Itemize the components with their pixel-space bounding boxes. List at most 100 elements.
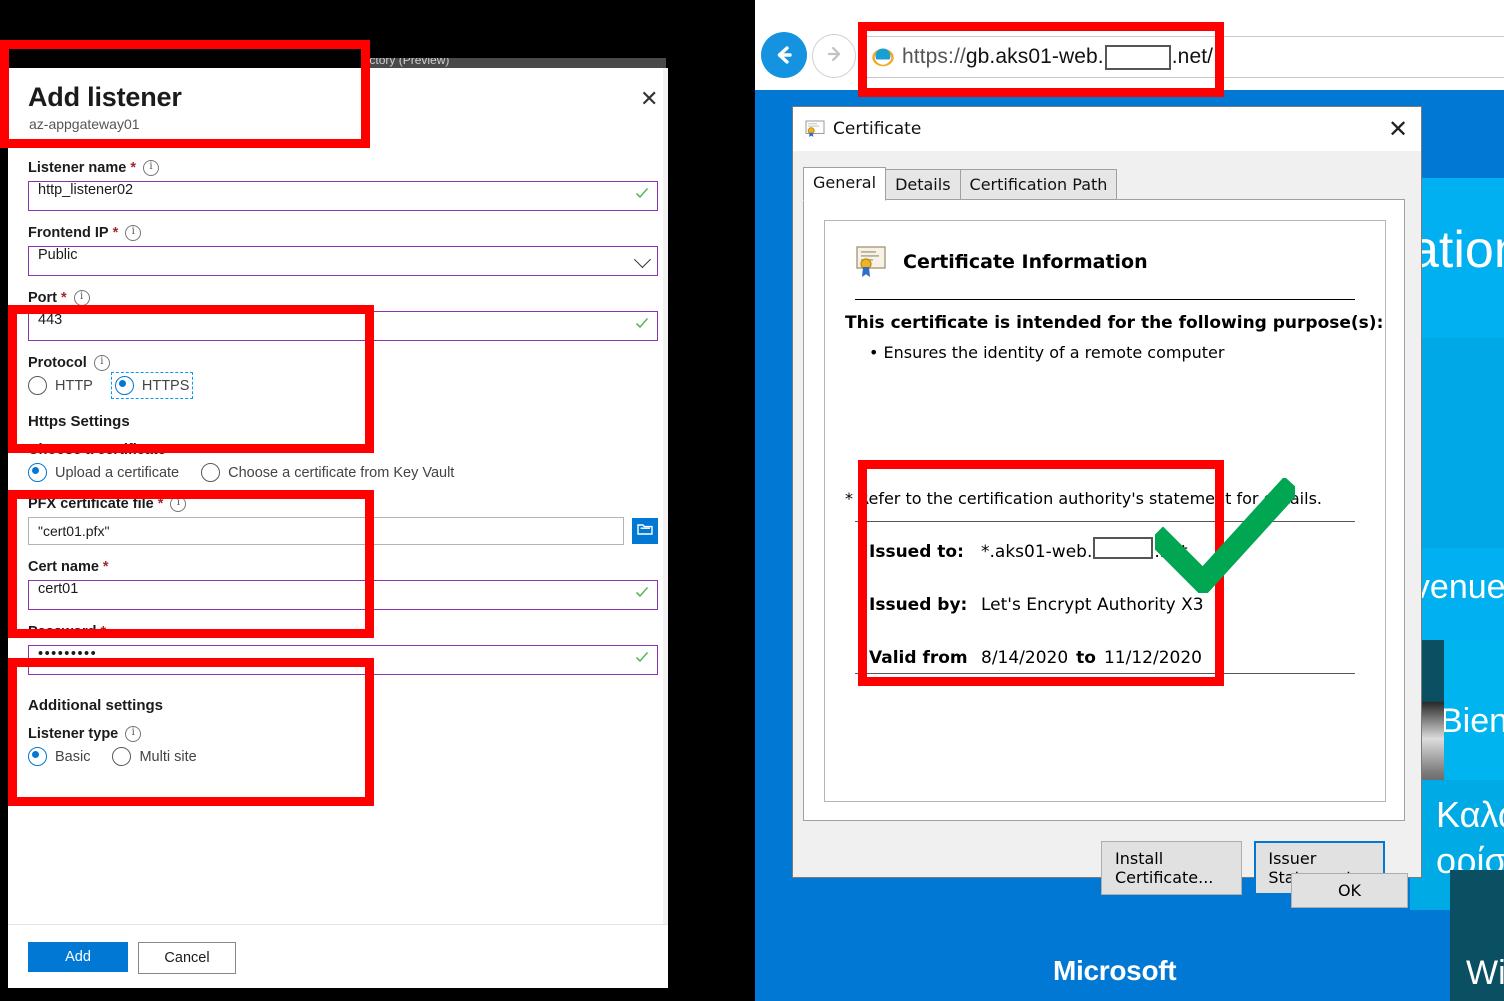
- frontend-ip-label-text: Frontend IP: [28, 225, 109, 241]
- valid-to-label: to: [1076, 648, 1096, 668]
- certificate-info-panel: Certificate Information This certificate…: [824, 220, 1386, 895]
- listener-name-input[interactable]: http_listener02: [28, 181, 658, 211]
- issued-to-label: Issued to:: [869, 542, 964, 562]
- back-button[interactable]: [761, 32, 807, 78]
- https-settings-heading: Https Settings: [28, 413, 130, 430]
- radio-listener-basic[interactable]: Basic: [28, 747, 90, 766]
- welcome-tile-1: ation: [1410, 178, 1504, 338]
- certificate-dialog-body: General Details Certification Path Certi…: [793, 151, 1421, 908]
- info-icon[interactable]: i: [73, 290, 90, 306]
- tab-general[interactable]: General: [803, 167, 887, 201]
- pfx-file-label: PFX certificate file * i: [28, 496, 658, 512]
- protocol-radio-group: HTTP HTTPS: [28, 372, 658, 399]
- pfx-file-input[interactable]: "cert01.pfx": [28, 517, 624, 545]
- add-listener-form: Listener name * i http_listener02 Fronte…: [28, 160, 658, 780]
- listener-type-label: Listener type i: [28, 726, 658, 742]
- issued-by-row: Issued by: Let's Encrypt Authority X3: [869, 595, 1204, 615]
- internet-explorer-icon: [870, 44, 896, 70]
- install-certificate-button[interactable]: Install Certificate...: [1101, 841, 1243, 895]
- browser-chrome: https://gb.aks01-web. .net/: [755, 0, 1504, 90]
- protocol-label-text: Protocol: [28, 355, 87, 371]
- add-button[interactable]: Add: [28, 942, 128, 972]
- protocol-radio-https-label: HTTPS: [141, 377, 190, 394]
- info-icon[interactable]: i: [125, 726, 142, 742]
- radio-icon: [201, 463, 221, 482]
- radio-icon-selected: [28, 747, 47, 766]
- certificate-info-header: Certificate Information: [855, 245, 1148, 279]
- required-marker: *: [102, 559, 109, 575]
- radio-icon-selected: [114, 376, 134, 395]
- protocol-radio-http[interactable]: HTTP: [28, 376, 93, 395]
- url-host-part2: .net/: [1171, 45, 1214, 68]
- cert-name-input[interactable]: cert01: [28, 580, 658, 610]
- protocol-radio-http-label: HTTP: [55, 377, 93, 394]
- issued-by-label: Issued by:: [869, 595, 968, 615]
- azure-portal-background: Default Directory (Preview) Add listener…: [0, 0, 755, 1001]
- issued-to-part2: .net: [1154, 542, 1188, 562]
- screenshot-root: https://gb.aks01-web..net/ ation nvenue …: [0, 0, 1504, 1001]
- certificate-icon: [805, 120, 825, 138]
- tab-certification-path[interactable]: Certification Path: [959, 169, 1118, 201]
- radio-upload-certificate[interactable]: Upload a certificate: [28, 463, 179, 482]
- certificate-purpose-item: • Ensures the identity of a remote compu…: [869, 343, 1225, 362]
- radio-listener-multisite-label: Multi site: [139, 748, 197, 765]
- port-input[interactable]: 443: [28, 311, 658, 341]
- radio-icon-selected: [28, 463, 47, 482]
- frontend-ip-select[interactable]: Public: [28, 246, 658, 276]
- choose-certificate-label: Choose a certificate: [28, 442, 166, 458]
- page-title: Add listener: [28, 82, 182, 112]
- listener-name-label: Listener name * i: [28, 160, 658, 176]
- info-icon[interactable]: i: [93, 355, 110, 371]
- breadcrumb-text: Default Directory (Preview): [366, 58, 450, 67]
- listener-name-value: http_listener02: [38, 182, 134, 198]
- cancel-button[interactable]: Cancel: [138, 942, 236, 974]
- listener-type-radio-group: Basic Multi site: [28, 747, 658, 766]
- protocol-radio-https[interactable]: HTTPS: [110, 372, 194, 399]
- required-marker: *: [157, 496, 164, 512]
- choose-certificate-radio-group: Upload a certificate Choose a certificat…: [28, 463, 658, 482]
- info-icon[interactable]: i: [170, 496, 187, 512]
- address-bar[interactable]: https://gb.aks01-web. .net/: [863, 36, 1504, 78]
- url-scheme: https://: [902, 45, 966, 68]
- welcome-tile-6-text: Willk: [1466, 954, 1504, 992]
- valid-check-icon: [635, 186, 649, 200]
- radio-keyvault-certificate-label: Choose a certificate from Key Vault: [228, 464, 455, 481]
- frontend-ip-label: Frontend IP * i: [28, 225, 658, 241]
- tab-details[interactable]: Details: [885, 169, 961, 201]
- certificate-info-heading: Certificate Information: [903, 251, 1148, 273]
- url-redaction-box: [1104, 44, 1171, 70]
- forward-button[interactable]: [812, 34, 856, 78]
- required-marker: *: [112, 225, 119, 241]
- port-label: Port * i: [28, 290, 658, 306]
- listener-type-label-text: Listener type: [28, 726, 119, 742]
- radio-listener-multisite[interactable]: Multi site: [112, 747, 197, 766]
- address-bar-text: https://gb.aks01-web. .net/: [902, 44, 1214, 70]
- radio-icon: [28, 376, 47, 395]
- page-subtitle: az-appgateway01: [29, 116, 140, 132]
- ok-button[interactable]: OK: [1291, 873, 1408, 908]
- cert-name-label-text: Cert name: [28, 559, 99, 575]
- issued-to-value: *.aks01-web. .net: [981, 537, 1188, 562]
- divider-top: [855, 299, 1355, 300]
- certificate-badge-icon: [855, 245, 889, 279]
- blade-footer: Add Cancel: [8, 924, 668, 988]
- close-icon[interactable]: ✕: [1375, 107, 1421, 151]
- close-icon[interactable]: ✕: [640, 88, 658, 110]
- password-value: •••••••••: [38, 646, 98, 662]
- blade-scrollbar[interactable]: [663, 68, 668, 988]
- certificate-dialog-titlebar: Certificate ✕: [793, 107, 1421, 151]
- info-icon[interactable]: i: [142, 160, 159, 176]
- folder-open-icon: [637, 522, 653, 541]
- password-label: Password *: [28, 624, 658, 640]
- welcome-tile-6: Willk: [1450, 870, 1504, 1001]
- password-label-text: Password: [28, 624, 97, 640]
- password-input[interactable]: •••••••••: [28, 645, 658, 675]
- arrow-left-icon: [771, 42, 797, 68]
- certificate-dialog-title: Certificate: [833, 119, 922, 139]
- info-icon[interactable]: i: [125, 225, 142, 241]
- browse-file-button[interactable]: [632, 518, 658, 544]
- radio-upload-certificate-label: Upload a certificate: [55, 464, 180, 481]
- radio-keyvault-certificate[interactable]: Choose a certificate from Key Vault: [201, 463, 454, 482]
- port-label-text: Port: [28, 290, 57, 306]
- welcome-tile-3: nvenue: [1394, 548, 1504, 640]
